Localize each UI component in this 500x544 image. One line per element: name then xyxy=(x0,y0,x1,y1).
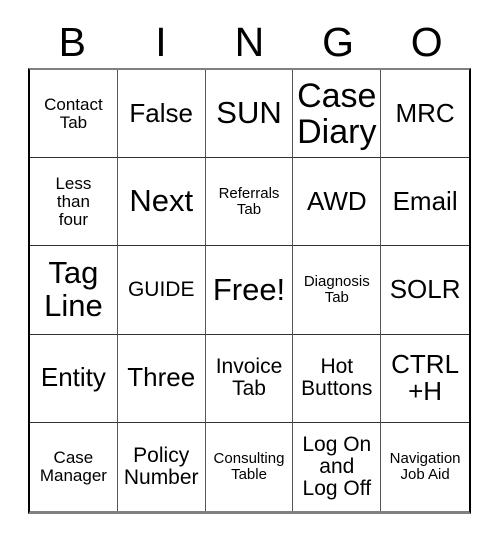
bingo-cell-r3c2[interactable]: GUIDE xyxy=(117,246,206,335)
bingo-grid: Contact Tab False SUN Case Diary MRC Les… xyxy=(28,68,471,514)
bingo-cell-label: Case Manager xyxy=(39,447,107,485)
bingo-card: B I N G O Contact Tab False SUN Case Dia… xyxy=(0,0,500,544)
bingo-cell-label: CTRL +H xyxy=(391,348,460,407)
bingo-cell-r2c2[interactable]: Next xyxy=(117,158,206,247)
bingo-cell-label: MRC xyxy=(395,97,455,128)
bingo-cell-r5c2[interactable]: Policy Number xyxy=(117,422,206,511)
bingo-header-letter-o: O xyxy=(410,18,443,65)
bingo-cell-r5c4[interactable]: Log On and Log Off xyxy=(293,422,382,511)
bingo-cell-label: False xyxy=(129,97,193,128)
bingo-cell-r4c4[interactable]: Hot Buttons xyxy=(293,334,382,423)
bingo-cell-r2c5[interactable]: Email xyxy=(381,158,469,247)
bingo-header-letter-g: G xyxy=(322,18,355,65)
bingo-cell-r4c3[interactable]: Invoice Tab xyxy=(205,334,294,423)
bingo-cell-r1c5[interactable]: MRC xyxy=(381,70,469,159)
bingo-cell-r5c3[interactable]: Consulting Table xyxy=(205,422,294,511)
bingo-cell-label: Three xyxy=(127,362,196,393)
bingo-cell-r2c3[interactable]: Referrals Tab xyxy=(205,158,294,247)
bingo-cell-r3c5[interactable]: SOLR xyxy=(381,246,469,335)
bingo-cell-label: Less than four xyxy=(55,173,92,229)
bingo-cell-label: Diagnosis Tab xyxy=(303,273,370,306)
bingo-cell-label: Email xyxy=(392,186,458,217)
bingo-header-letter-n: N xyxy=(234,18,265,65)
bingo-free-space-label: Free! xyxy=(212,271,286,307)
bingo-cell-r5c5[interactable]: Navigation Job Aid xyxy=(381,422,469,511)
bingo-cell-label: GUIDE xyxy=(127,277,195,301)
bingo-cell-label: Hot Buttons xyxy=(301,354,373,401)
bingo-cell-label: Navigation Job Aid xyxy=(389,450,461,483)
bingo-cell-r1c4[interactable]: Case Diary xyxy=(293,70,382,159)
bingo-cell-r2c4[interactable]: AWD xyxy=(293,158,382,247)
bingo-cell-r5c1[interactable]: Case Manager xyxy=(30,422,118,511)
bingo-cell-r1c2[interactable]: False xyxy=(117,70,206,159)
bingo-cell-r3c4[interactable]: Diagnosis Tab xyxy=(293,246,382,335)
bingo-cell-label: Contact Tab xyxy=(44,94,103,132)
bingo-cell-free-space[interactable]: Free! xyxy=(205,246,294,335)
bingo-cell-label: Policy Number xyxy=(123,443,199,489)
bingo-cell-r1c1[interactable]: Contact Tab xyxy=(30,70,118,159)
bingo-header: B I N G O xyxy=(28,16,471,68)
bingo-cell-label: SUN xyxy=(216,95,282,131)
bingo-cell-r1c3[interactable]: SUN xyxy=(205,70,294,159)
bingo-header-letter-b: B xyxy=(58,18,86,65)
bingo-header-letter-i: I xyxy=(155,18,167,65)
bingo-cell-label: Referrals Tab xyxy=(218,184,280,218)
bingo-cell-label: SOLR xyxy=(389,274,461,305)
bingo-cell-label: Entity xyxy=(40,362,106,393)
bingo-cell-label: Invoice Tab xyxy=(215,354,283,401)
bingo-cell-r3c1[interactable]: Tag Line xyxy=(30,246,118,335)
bingo-cell-r2c1[interactable]: Less than four xyxy=(30,158,118,247)
bingo-cell-r4c2[interactable]: Three xyxy=(117,334,206,423)
bingo-cell-label: Case Diary xyxy=(297,76,377,151)
bingo-cell-r4c1[interactable]: Entity xyxy=(30,334,118,423)
bingo-cell-r4c5[interactable]: CTRL +H xyxy=(381,334,469,423)
bingo-cell-label: Consulting Table xyxy=(213,450,285,483)
bingo-cell-label: Tag Line xyxy=(44,255,103,323)
bingo-cell-label: AWD xyxy=(306,186,367,217)
bingo-cell-label: Next xyxy=(129,183,194,219)
bingo-cell-label: Log On and Log Off xyxy=(302,432,372,501)
